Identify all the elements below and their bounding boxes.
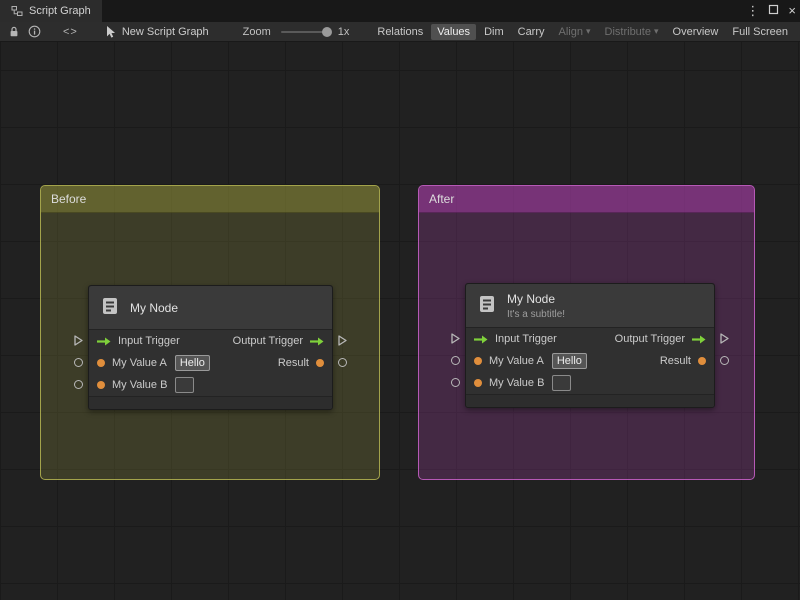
fullscreen-button[interactable]: Full Screen — [726, 24, 794, 40]
node-title: My Node — [507, 291, 556, 306]
orange-dot-icon — [474, 357, 482, 365]
distribute-label: Distribute — [604, 25, 651, 38]
graph-toolbar: <> New Script Graph Zoom 1x Relations Va… — [0, 22, 800, 42]
value-b-port-icon[interactable] — [74, 380, 83, 389]
orange-dot-icon — [316, 359, 324, 367]
window-controls: ⋮ × — [746, 0, 796, 22]
value-b-label: My Value B — [112, 379, 168, 391]
value-a-port-icon[interactable] — [74, 358, 83, 367]
value-a-port-icon[interactable] — [451, 356, 460, 365]
align-dropdown[interactable]: Align ▾ — [553, 24, 597, 40]
my-node-icon — [476, 293, 498, 318]
value-b-input[interactable] — [175, 377, 195, 393]
graph-cursor-icon — [104, 22, 117, 41]
orange-dot-icon — [97, 359, 105, 367]
node-footer — [89, 396, 332, 409]
distribute-dropdown[interactable]: Distribute ▾ — [599, 24, 665, 40]
input-trigger-label: Input Trigger — [118, 335, 180, 347]
window-tab-bar: Script Graph ⋮ × — [0, 0, 800, 22]
node-body: Input Trigger Output Trigger My Value A … — [89, 330, 332, 396]
green-arrow-icon — [474, 335, 488, 343]
orange-dot-icon — [97, 381, 105, 389]
node-title: My Node — [130, 300, 179, 315]
my-node-icon — [99, 295, 121, 320]
green-arrow-icon — [310, 337, 324, 345]
chevron-down-icon: ▾ — [653, 26, 659, 36]
graph-name-selector[interactable]: New Script Graph — [104, 22, 209, 41]
group-after-header[interactable]: After — [419, 186, 754, 213]
node-subtitle: It's a subtitle! — [507, 308, 566, 320]
trigger-row: Input Trigger Output Trigger — [466, 328, 714, 350]
result-port-icon[interactable] — [338, 358, 347, 367]
close-icon[interactable]: × — [788, 0, 796, 22]
trigger-row: Input Trigger Output Trigger — [89, 330, 332, 352]
green-arrow-icon — [97, 337, 111, 345]
maximize-icon[interactable] — [768, 0, 779, 22]
dim-button[interactable]: Dim — [478, 24, 510, 40]
value-b-input[interactable] — [552, 375, 572, 391]
kebab-menu-icon[interactable]: ⋮ — [746, 0, 759, 22]
tab-script-graph[interactable]: Script Graph — [0, 0, 102, 22]
value-a-label: My Value A — [112, 357, 167, 369]
group-before-title: Before — [51, 192, 87, 206]
group-before-header[interactable]: Before — [41, 186, 379, 213]
overview-button[interactable]: Overview — [667, 24, 725, 40]
my-node-before[interactable]: My Node Input Trigger Output Trigger My … — [88, 285, 333, 410]
input-trigger-label: Input Trigger — [495, 333, 557, 345]
value-b-row: My Value B — [466, 372, 714, 394]
zoom-label: Zoom — [242, 25, 271, 38]
result-label: Result — [277, 357, 309, 369]
lock-icon[interactable] — [8, 22, 20, 41]
script-graph-icon — [11, 1, 23, 21]
output-trigger-port-icon[interactable] — [337, 334, 348, 350]
value-a-input[interactable]: Hello — [551, 353, 587, 369]
value-a-label: My Value A — [489, 355, 544, 367]
value-b-port-icon[interactable] — [451, 378, 460, 387]
value-b-label: My Value B — [489, 377, 545, 389]
output-trigger-port-icon[interactable] — [719, 332, 730, 348]
result-label: Result — [659, 355, 691, 367]
node-wrapper-before: My Node Input Trigger Output Trigger My … — [72, 285, 349, 411]
carry-button[interactable]: Carry — [512, 24, 551, 40]
output-trigger-label: Output Trigger — [614, 333, 685, 345]
value-a-row: My Value A Hello Result — [89, 352, 332, 374]
my-node-after[interactable]: My Node It's a subtitle! Input Trigger O… — [465, 283, 715, 408]
input-trigger-port-icon[interactable] — [73, 334, 84, 350]
align-label: Align — [558, 25, 583, 38]
tab-title: Script Graph — [29, 5, 91, 17]
green-arrow-icon — [692, 335, 706, 343]
orange-dot-icon — [698, 357, 706, 365]
node-wrapper-after: My Node It's a subtitle! Input Trigger O… — [449, 283, 731, 409]
value-b-row: My Value B — [89, 374, 332, 396]
zoom-slider-handle[interactable] — [321, 26, 332, 37]
result-port-icon[interactable] — [720, 356, 729, 365]
node-header[interactable]: My Node — [89, 286, 332, 330]
input-trigger-port-icon[interactable] — [450, 332, 461, 348]
value-a-input[interactable]: Hello — [174, 355, 210, 371]
node-footer — [466, 394, 714, 407]
node-body: Input Trigger Output Trigger My Value A … — [466, 328, 714, 394]
zoom-slider[interactable] — [280, 26, 332, 37]
chevron-down-icon: ▾ — [585, 26, 591, 36]
group-after-title: After — [429, 192, 455, 206]
node-header[interactable]: My Node It's a subtitle! — [466, 284, 714, 328]
output-trigger-label: Output Trigger — [232, 335, 303, 347]
zoom-value: 1x — [337, 25, 350, 38]
code-view-icon[interactable]: <> — [63, 26, 78, 38]
orange-dot-icon — [474, 379, 482, 387]
values-button[interactable]: Values — [431, 23, 477, 40]
graph-canvas[interactable]: Before After My Node Input Trigger Outpu… — [0, 42, 800, 600]
graph-name-label: New Script Graph — [121, 25, 209, 38]
info-icon[interactable] — [28, 22, 41, 41]
value-a-row: My Value A Hello Result — [466, 350, 714, 372]
relations-button[interactable]: Relations — [371, 24, 429, 40]
